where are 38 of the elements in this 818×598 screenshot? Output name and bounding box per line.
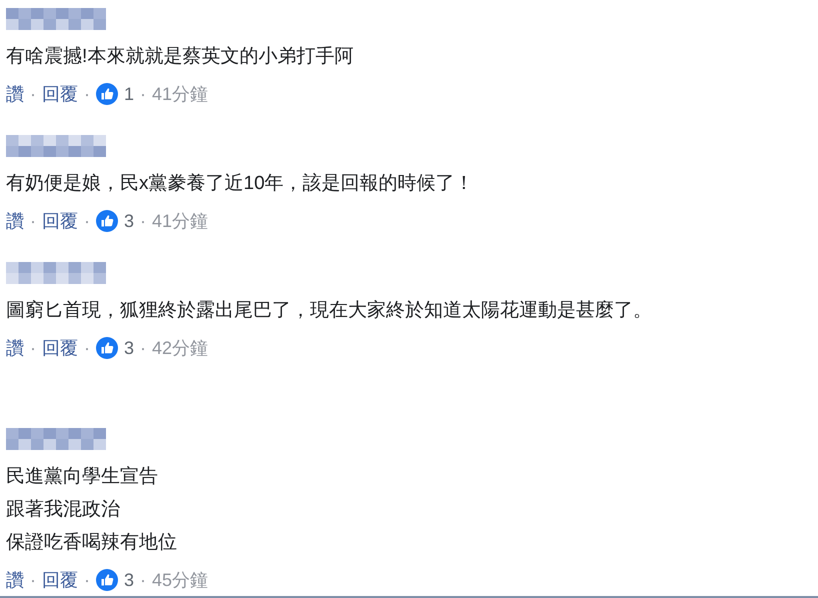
- separator-dot: ·: [84, 84, 90, 104]
- reaction-count: 3: [124, 338, 134, 358]
- timestamp: 42分鐘: [152, 337, 208, 360]
- like-link[interactable]: 讚: [6, 336, 24, 360]
- comment-text: 跟著我混政治: [6, 498, 121, 522]
- separator-dot: ·: [30, 570, 36, 590]
- comment-text: 保證吃香喝辣有地位: [6, 531, 178, 555]
- like-link[interactable]: 讚: [6, 82, 24, 106]
- timestamp: 41分鐘: [152, 210, 208, 233]
- separator-dot: ·: [30, 210, 36, 232]
- comment-text: 有奶便是娘，民x黨豢養了近10年，該是回報的時候了！: [6, 172, 475, 196]
- comment-text: 有啥震撼!本來就就是蔡英文的小弟打手阿: [6, 45, 354, 69]
- thumbs-up-icon: [96, 83, 118, 105]
- reaction-count: 1: [124, 84, 134, 104]
- separator-dot: ·: [140, 570, 146, 590]
- separator-dot: ·: [140, 210, 146, 232]
- reply-link[interactable]: 回覆: [42, 568, 78, 592]
- comment-text: 民進黨向學生宣告: [6, 465, 159, 489]
- reply-link[interactable]: 回覆: [42, 82, 78, 106]
- reaction-count: 3: [124, 570, 134, 590]
- reply-link[interactable]: 回覆: [42, 336, 78, 360]
- separator-dot: ·: [84, 338, 90, 358]
- timestamp: 45分鐘: [152, 569, 208, 592]
- timestamp: 41分鐘: [152, 83, 208, 106]
- separator-dot: ·: [84, 570, 90, 590]
- reply-link[interactable]: 回覆: [42, 209, 78, 233]
- like-link[interactable]: 讚: [6, 209, 24, 233]
- reaction-count: 3: [124, 210, 134, 232]
- like-link[interactable]: 讚: [6, 568, 24, 592]
- thumbs-up-icon: [96, 337, 118, 359]
- separator-dot: ·: [140, 338, 146, 358]
- thumbs-up-icon: [96, 569, 118, 591]
- separator-dot: ·: [84, 210, 90, 232]
- thumbs-up-icon: [96, 210, 118, 232]
- separator-dot: ·: [30, 338, 36, 358]
- separator-dot: ·: [140, 84, 146, 104]
- comment-text: 圖窮匕首現，狐狸終於露出尾巴了，現在大家終於知道太陽花運動是甚麼了。: [6, 299, 653, 323]
- separator-dot: ·: [30, 84, 36, 104]
